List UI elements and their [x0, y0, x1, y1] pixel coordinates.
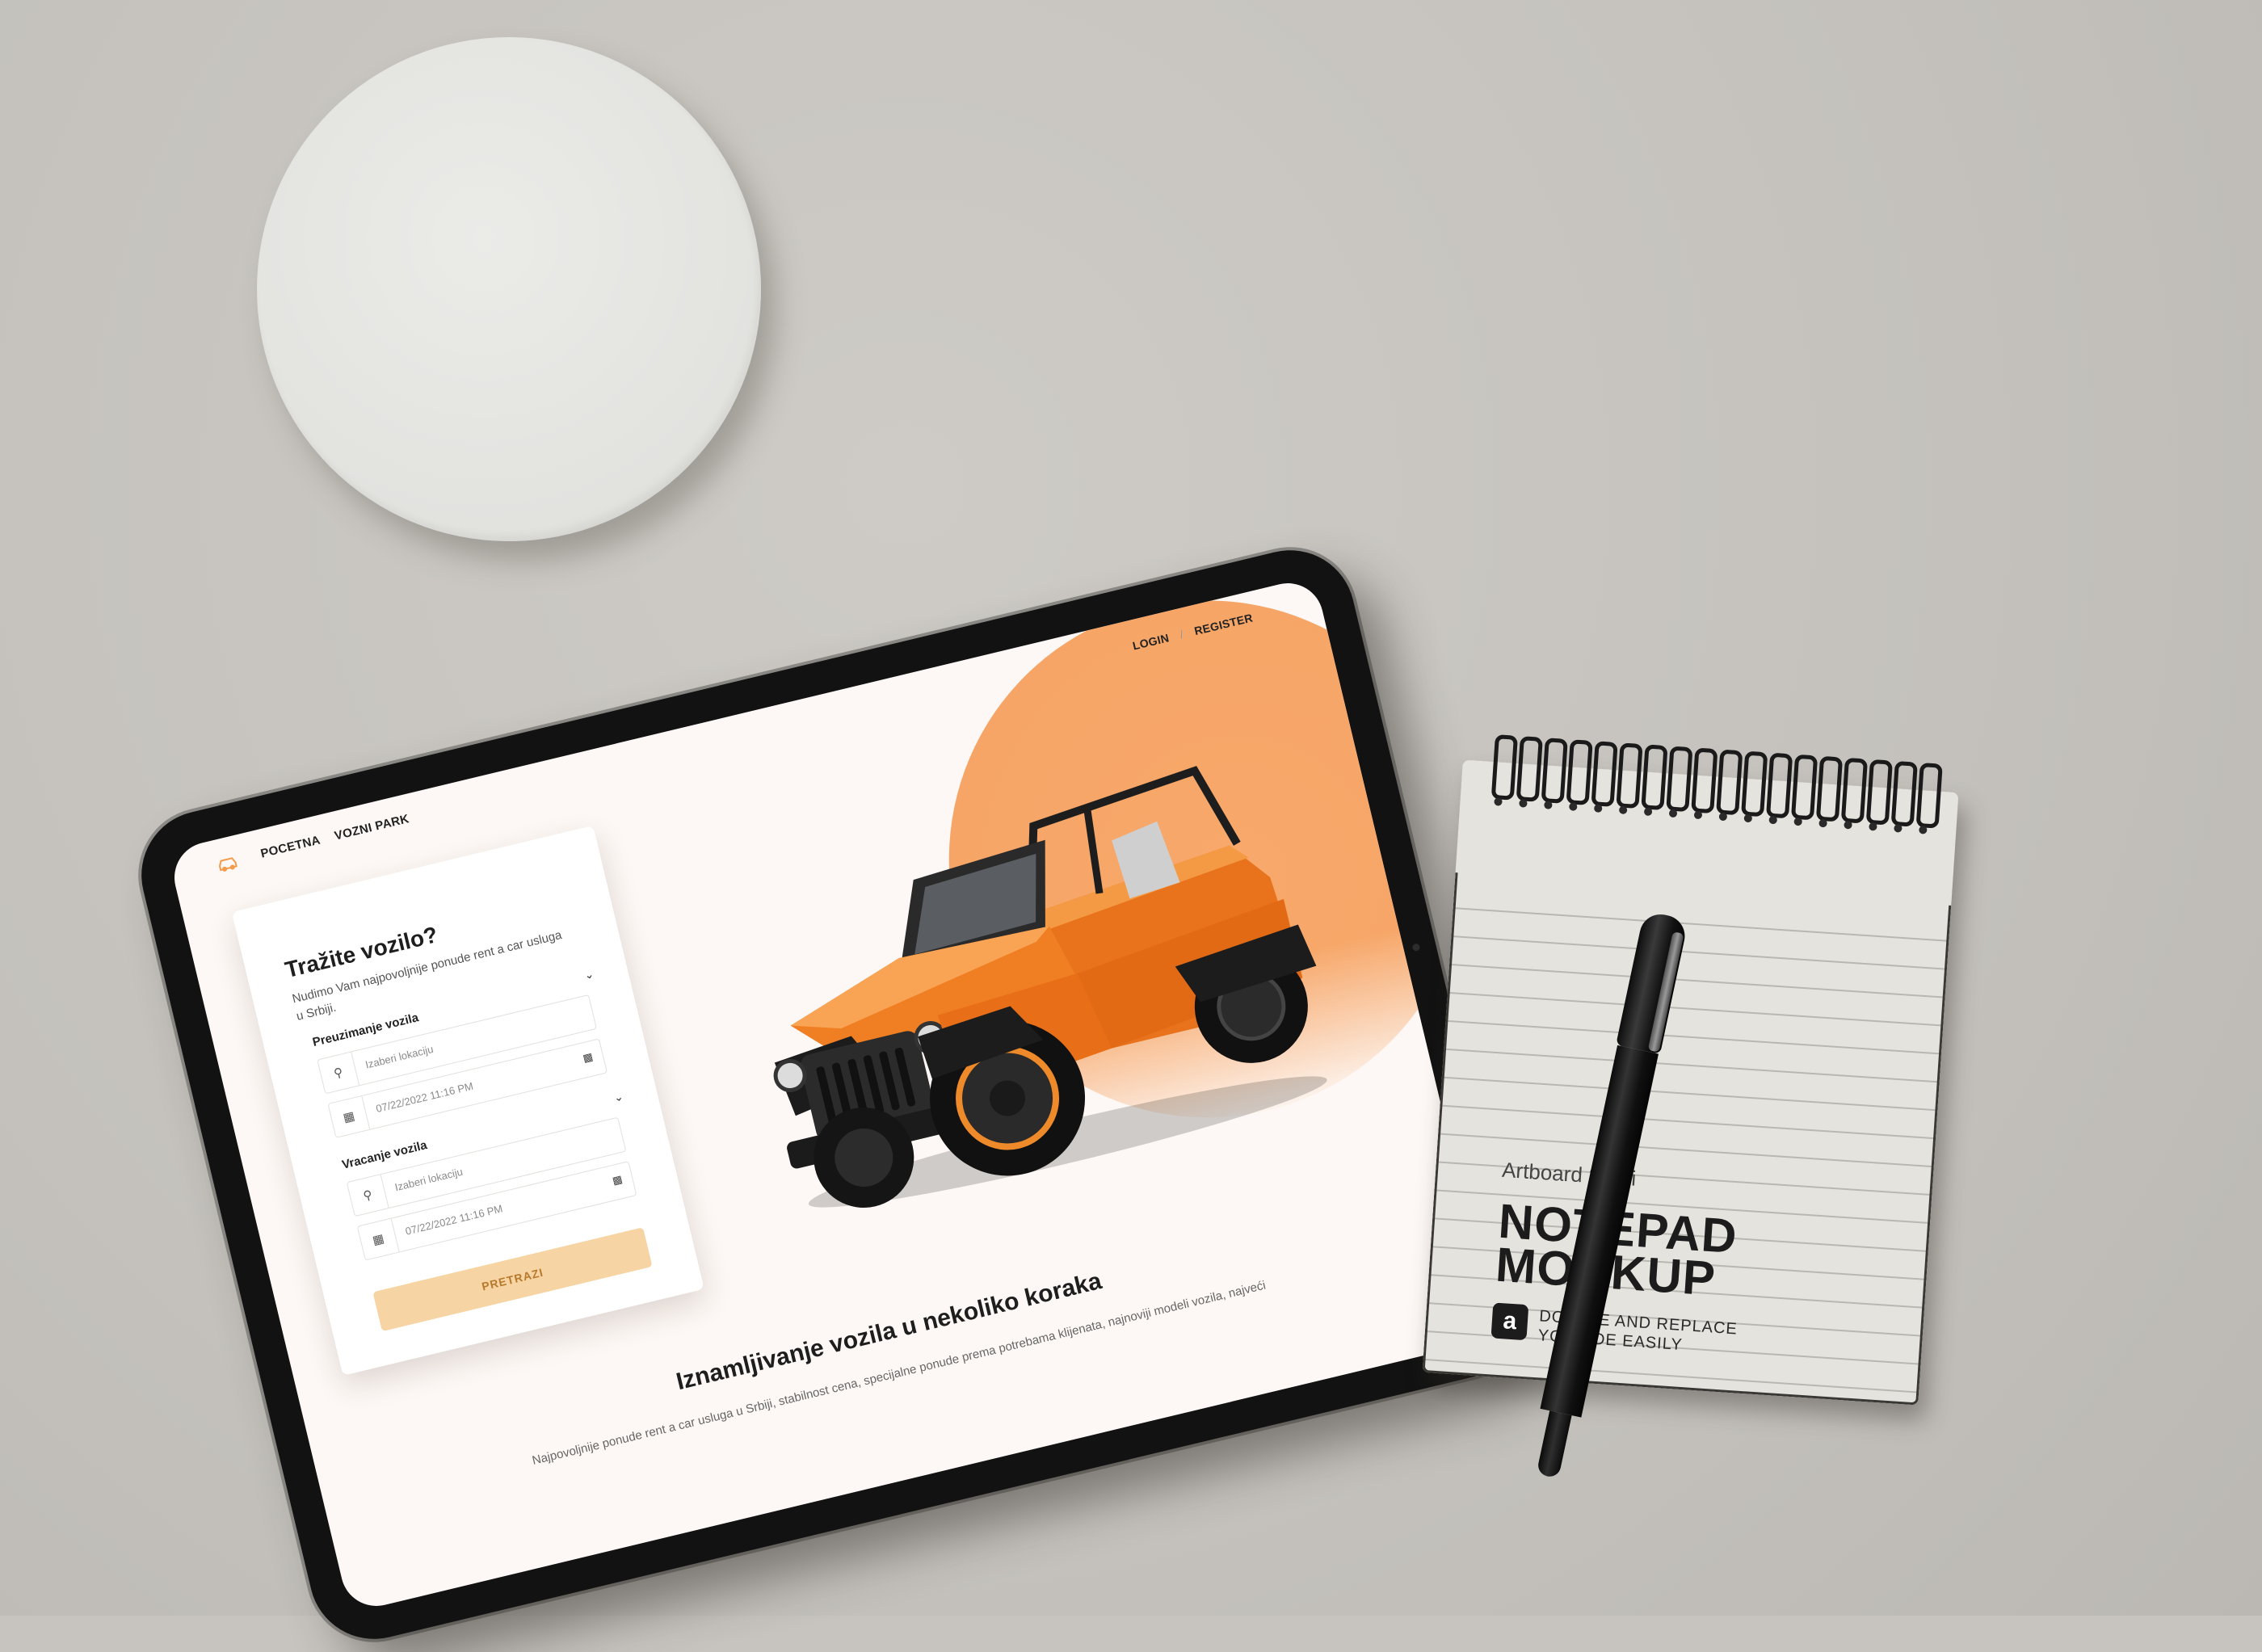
spiral-ring	[1566, 739, 1593, 805]
notepad: Artboard Studi NOTEPAD MOCKUP a DOUBLE A…	[1422, 734, 1959, 1406]
spiral-ring	[1716, 749, 1743, 816]
spiral-ring	[1591, 741, 1618, 807]
spiral-ring	[1641, 744, 1668, 811]
calendar-icon: ▦	[328, 1095, 371, 1137]
spiral-ring	[1616, 742, 1643, 809]
spiral-ring	[1765, 752, 1793, 819]
artboard-logo: a	[1490, 1302, 1529, 1341]
register-link[interactable]: REGISTER	[1193, 611, 1255, 637]
tablet-screen: POCETNA VOZNI PARK LOGIN / REGISTER Traž…	[166, 575, 1498, 1614]
spiral-ring	[1865, 759, 1893, 826]
chevron-down-icon[interactable]: ⌄	[582, 967, 595, 982]
location-pin-icon: ⚲	[317, 1052, 360, 1094]
search-card: Tražite vozilo? Nudimo Vam najpovoljnije…	[231, 825, 704, 1376]
spiral-ring	[1516, 736, 1543, 802]
chevron-down-icon[interactable]: ⌄	[612, 1090, 624, 1105]
spiral-binding	[1463, 734, 1959, 834]
auth-links: LOGIN / REGISTER	[1131, 611, 1254, 652]
spiral-ring	[1815, 755, 1844, 822]
spiral-ring	[1666, 746, 1693, 813]
calendar-picker-icon[interactable]: ▩	[611, 1173, 624, 1188]
spiral-ring	[1890, 760, 1918, 827]
return-location-placeholder: Izaberi lokaciju	[393, 1165, 465, 1194]
tablet-device: POCETNA VOZNI PARK LOGIN / REGISTER Traž…	[128, 536, 1537, 1652]
desk-scene: POCETNA VOZNI PARK LOGIN / REGISTER Traž…	[0, 0, 2262, 1652]
login-link[interactable]: LOGIN	[1131, 631, 1170, 652]
pickup-location-placeholder: Izaberi lokaciju	[364, 1042, 435, 1071]
pen-tip	[1536, 1410, 1572, 1479]
nav-item-fleet[interactable]: VOZNI PARK	[333, 812, 410, 843]
nav-item-home[interactable]: POCETNA	[259, 833, 322, 860]
pickup-datetime-value: 07/22/2022 11:16 PM	[374, 1079, 475, 1116]
jeep-image	[773, 766, 1327, 1208]
calendar-icon: ▦	[357, 1218, 400, 1260]
spiral-ring	[1741, 750, 1768, 818]
spiral-ring	[1490, 734, 1518, 801]
calendar-picker-icon[interactable]: ▩	[582, 1050, 595, 1065]
car-icon[interactable]	[216, 855, 239, 874]
spiral-ring	[1915, 762, 1943, 829]
auth-separator: /	[1178, 627, 1185, 641]
coaster	[257, 37, 761, 541]
spiral-ring	[1691, 747, 1718, 814]
spiral-ring	[1541, 738, 1568, 804]
spiral-ring	[1790, 754, 1818, 821]
location-pin-icon: ⚲	[347, 1175, 389, 1216]
spiral-ring	[1840, 757, 1869, 824]
return-datetime-value: 07/22/2022 11:16 PM	[404, 1202, 504, 1238]
